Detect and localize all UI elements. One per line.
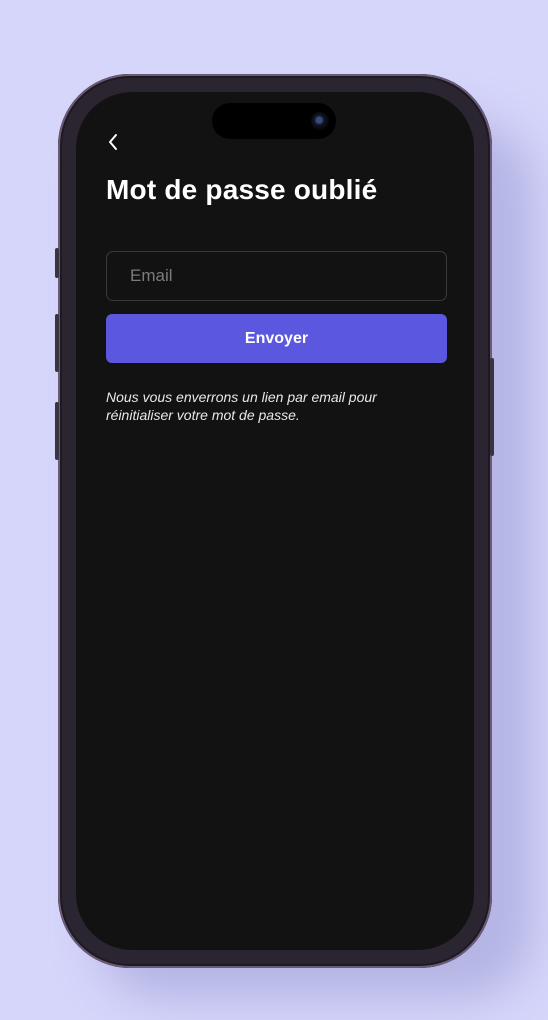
power-button [490, 358, 494, 456]
helper-text: Nous vous enverrons un lien par email po… [106, 389, 377, 423]
page-title: Mot de passe oublié [106, 174, 378, 205]
camera-icon [311, 112, 329, 130]
app-screen [76, 92, 474, 950]
device-scene: Mot de passe oublié Envoyer Nous vous en… [0, 0, 548, 1020]
silent-switch [55, 248, 59, 278]
chevron-left-icon [109, 134, 117, 150]
send-button[interactable]: Envoyer [106, 314, 447, 363]
email-field[interactable] [106, 251, 447, 301]
volume-up-button [55, 314, 59, 372]
volume-down-button [55, 402, 59, 460]
back-button[interactable] [100, 128, 126, 156]
